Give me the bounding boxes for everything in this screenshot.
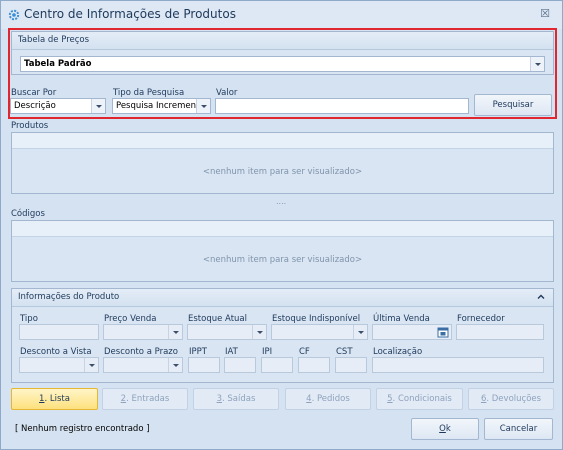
tab-devolucoes[interactable]: 6. Devoluções bbox=[468, 388, 554, 410]
codigos-grid[interactable]: <nenhum item para ser visualizado> bbox=[11, 220, 554, 282]
tipo-field bbox=[19, 324, 99, 340]
cancel-button[interactable]: Cancelar bbox=[484, 418, 553, 440]
tab-saidas-label: . Saídas bbox=[222, 394, 256, 404]
estoque-atual-select bbox=[187, 324, 267, 340]
ok-button[interactable]: Ok bbox=[411, 418, 479, 440]
ipi-field bbox=[261, 357, 293, 373]
desconto-vista-select bbox=[19, 357, 99, 373]
codigos-label: Códigos bbox=[11, 209, 45, 219]
ultima-venda-label: Última Venda bbox=[373, 314, 430, 324]
calendar-icon bbox=[437, 327, 449, 338]
localizacao-field bbox=[372, 357, 544, 373]
fornecedor-field bbox=[456, 324, 544, 340]
highlight-frame bbox=[8, 28, 557, 119]
tab-pedidos[interactable]: 4. Pedidos bbox=[285, 388, 371, 410]
window-title: Centro de Informações de Produtos bbox=[24, 7, 236, 21]
produtos-grid[interactable]: <nenhum item para ser visualizado> bbox=[11, 132, 554, 194]
tab-condicionais-label: . Condicionais bbox=[392, 394, 452, 404]
iat-label: IAT bbox=[225, 347, 238, 357]
cst-label: CST bbox=[336, 347, 353, 357]
ipi-label: IPI bbox=[262, 347, 273, 357]
preco-venda-select bbox=[103, 324, 183, 340]
status-text: [ Nenhum registro encontrado ] bbox=[15, 424, 150, 434]
estoque-indisponivel-label: Estoque Indisponível bbox=[272, 314, 361, 324]
gear-icon bbox=[8, 9, 20, 21]
tipo-label: Tipo bbox=[20, 314, 38, 324]
localizacao-label: Localização bbox=[373, 347, 423, 357]
tab-devolucoes-label: . Devoluções bbox=[486, 394, 542, 404]
iat-field bbox=[224, 357, 256, 373]
ippt-label: IPPT bbox=[189, 347, 207, 357]
ippt-field bbox=[188, 357, 220, 373]
cst-field bbox=[335, 357, 367, 373]
chevron-down-icon bbox=[168, 358, 182, 372]
ultima-venda-date bbox=[372, 324, 452, 340]
cf-field bbox=[298, 357, 330, 373]
tab-lista-label: . Lista bbox=[44, 394, 70, 404]
produtos-grid-header bbox=[12, 133, 553, 149]
close-icon[interactable]: ☒ bbox=[538, 7, 552, 21]
codigos-empty-text: <nenhum item para ser visualizado> bbox=[202, 255, 363, 265]
preco-venda-label: Preço Venda bbox=[104, 314, 157, 324]
product-info-header[interactable]: Informações do Produto bbox=[12, 289, 553, 307]
codigos-grid-header bbox=[12, 221, 553, 237]
ok-rest: k bbox=[445, 424, 451, 434]
product-info-label: Informações do Produto bbox=[18, 292, 120, 302]
desconto-vista-label: Desconto a Vista bbox=[20, 347, 92, 357]
estoque-atual-label: Estoque Atual bbox=[188, 314, 248, 324]
ok-key: O bbox=[439, 424, 446, 434]
desconto-prazo-label: Desconto a Prazo bbox=[104, 347, 178, 357]
chevron-down-icon bbox=[168, 325, 182, 339]
chevron-up-icon[interactable] bbox=[537, 293, 545, 301]
tab-entradas[interactable]: 2. Entradas bbox=[102, 388, 188, 410]
chevron-down-icon bbox=[353, 325, 367, 339]
product-info-window: Centro de Informações de Produtos ☒ Tabe… bbox=[0, 0, 563, 450]
fornecedor-label: Fornecedor bbox=[457, 314, 505, 324]
tab-entradas-label: . Entradas bbox=[126, 394, 170, 404]
chevron-down-icon bbox=[252, 325, 266, 339]
tab-pedidos-label: . Pedidos bbox=[311, 394, 350, 404]
splitter-handle[interactable]: .... bbox=[276, 197, 290, 206]
produtos-empty-text: <nenhum item para ser visualizado> bbox=[202, 167, 363, 177]
tab-condicionais[interactable]: 5. Condicionais bbox=[376, 388, 463, 410]
desconto-prazo-select bbox=[103, 357, 183, 373]
produtos-label: Produtos bbox=[11, 121, 49, 131]
tab-lista[interactable]: 1. Lista bbox=[11, 388, 98, 410]
tab-saidas[interactable]: 3. Saídas bbox=[193, 388, 279, 410]
estoque-indisponivel-select bbox=[271, 324, 368, 340]
chevron-down-icon bbox=[84, 358, 98, 372]
cf-label: CF bbox=[299, 347, 310, 357]
title-bar: Centro de Informações de Produtos ☒ bbox=[1, 1, 562, 29]
